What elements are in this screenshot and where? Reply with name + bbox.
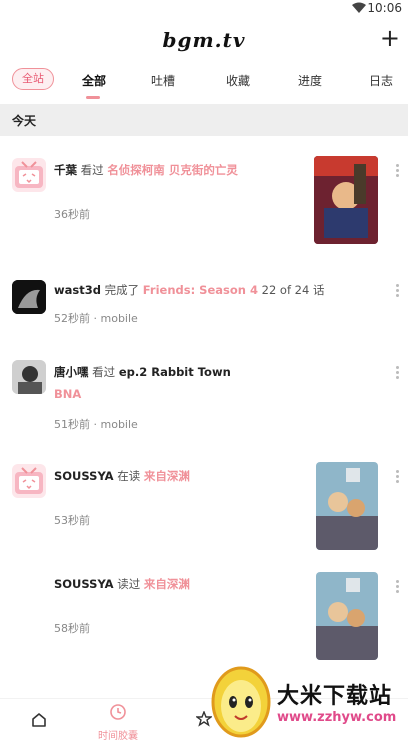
more-icon[interactable] bbox=[396, 364, 400, 381]
section-header: 今天 bbox=[0, 104, 408, 136]
watermark-title: 大米下载站 bbox=[277, 684, 393, 709]
tab-bar: 全站 全部 吐槽 收藏 进度 日志 bbox=[0, 64, 408, 104]
watermark-url: www.zzhyw.com bbox=[277, 710, 397, 725]
subject-link[interactable]: 来自深渊 bbox=[144, 469, 190, 483]
wifi-icon bbox=[352, 2, 366, 13]
nav-timeline-label: 时间胶囊 bbox=[98, 731, 138, 742]
time-text: 52秒前 bbox=[54, 312, 90, 325]
episode-progress: 22 of 24 话 bbox=[261, 283, 325, 297]
time-text: 36秒前 bbox=[54, 208, 90, 221]
home-icon bbox=[32, 713, 46, 727]
source-text: mobile bbox=[100, 312, 138, 325]
feed-line: wast3d 完成了 Friends: Season 4 22 of 24 话 bbox=[54, 282, 324, 298]
scope-pill[interactable]: 全站 bbox=[12, 68, 54, 90]
bangumi-tv-icon bbox=[15, 467, 43, 494]
time-text: 51秒前 bbox=[54, 418, 90, 431]
feed-item[interactable]: SOUSSYA 读过 来自深渊 58秒前 bbox=[0, 566, 408, 666]
status-bar: 10:06 bbox=[0, 0, 408, 18]
status-time: 10:06 bbox=[367, 1, 402, 15]
tab-blog[interactable]: 日志 bbox=[369, 72, 393, 89]
section-title: 今天 bbox=[12, 114, 37, 128]
username[interactable]: SOUSSYA bbox=[54, 469, 114, 483]
avatar[interactable] bbox=[12, 360, 46, 394]
egg-mascot-icon bbox=[211, 666, 271, 738]
subject-cover[interactable] bbox=[314, 156, 378, 244]
action-text: 看过 bbox=[80, 163, 104, 177]
tab-all[interactable]: 全部 bbox=[82, 72, 106, 89]
subject-link[interactable]: Friends: Season 4 bbox=[143, 283, 258, 297]
action-text: 看过 bbox=[92, 365, 116, 379]
more-icon[interactable] bbox=[396, 578, 400, 595]
subject-cover[interactable] bbox=[316, 462, 378, 550]
episode-link[interactable]: ep.2 Rabbit Town bbox=[119, 365, 231, 379]
feed-line: SOUSSYA 读过 来自深渊 bbox=[54, 576, 190, 592]
action-text: 在读 bbox=[117, 469, 141, 483]
feed-line: SOUSSYA 在读 来自深渊 bbox=[54, 468, 190, 484]
bangumi-tv-icon bbox=[15, 161, 43, 188]
feed-item[interactable]: 千葉 看过 名侦探柯南 贝克街的亡灵 36秒前 bbox=[0, 150, 408, 260]
feed-item[interactable]: SOUSSYA 在读 来自深渊 53秒前 bbox=[0, 456, 408, 556]
app-bar: bgm.tv + bbox=[0, 22, 408, 62]
action-text: 完成了 bbox=[104, 283, 140, 297]
username[interactable]: wast3d bbox=[54, 283, 101, 297]
tab-progress[interactable]: 进度 bbox=[298, 72, 322, 89]
meta-line: 52秒前 · mobile bbox=[54, 312, 138, 325]
more-icon[interactable] bbox=[396, 468, 400, 485]
feed-item[interactable]: 唐小嘿 看过 ep.2 Rabbit Town BNA 51秒前 · mobil… bbox=[0, 352, 408, 442]
subject-cover[interactable] bbox=[316, 572, 378, 660]
action-text: 读过 bbox=[117, 577, 141, 591]
avatar[interactable] bbox=[12, 280, 46, 314]
username[interactable]: SOUSSYA bbox=[54, 577, 114, 591]
feed-line: 唐小嘿 看过 ep.2 Rabbit Town bbox=[54, 364, 231, 380]
nav-home[interactable] bbox=[30, 711, 48, 733]
meta-line: 51秒前 · mobile bbox=[54, 418, 138, 431]
app-logo: bgm.tv bbox=[162, 28, 246, 52]
avatar[interactable] bbox=[12, 158, 46, 192]
username[interactable]: 千葉 bbox=[54, 163, 77, 177]
time-text: 53秒前 bbox=[54, 514, 90, 527]
subject-link[interactable]: 来自深渊 bbox=[144, 577, 190, 591]
username[interactable]: 唐小嘿 bbox=[54, 365, 89, 379]
avatar[interactable] bbox=[12, 464, 46, 498]
clock-icon bbox=[110, 704, 126, 720]
time-text: 58秒前 bbox=[54, 622, 90, 635]
watermark: 大米下载站 www.zzhyw.com bbox=[205, 662, 408, 738]
add-button[interactable]: + bbox=[380, 26, 400, 50]
more-icon[interactable] bbox=[396, 162, 400, 179]
feed-item[interactable]: wast3d 完成了 Friends: Season 4 22 of 24 话 … bbox=[0, 270, 408, 340]
source-text: mobile bbox=[100, 418, 138, 431]
tab-collections[interactable]: 收藏 bbox=[226, 72, 250, 89]
subject-link[interactable]: 名侦探柯南 贝克街的亡灵 bbox=[107, 163, 238, 177]
active-tab-indicator bbox=[86, 96, 100, 99]
subject-link[interactable]: BNA bbox=[54, 387, 81, 401]
feed-line: 千葉 看过 名侦探柯南 贝克街的亡灵 bbox=[54, 162, 238, 178]
tab-comments[interactable]: 吐槽 bbox=[151, 72, 175, 89]
more-icon[interactable] bbox=[396, 282, 400, 299]
nav-timeline[interactable]: 时间胶囊 bbox=[98, 703, 138, 742]
